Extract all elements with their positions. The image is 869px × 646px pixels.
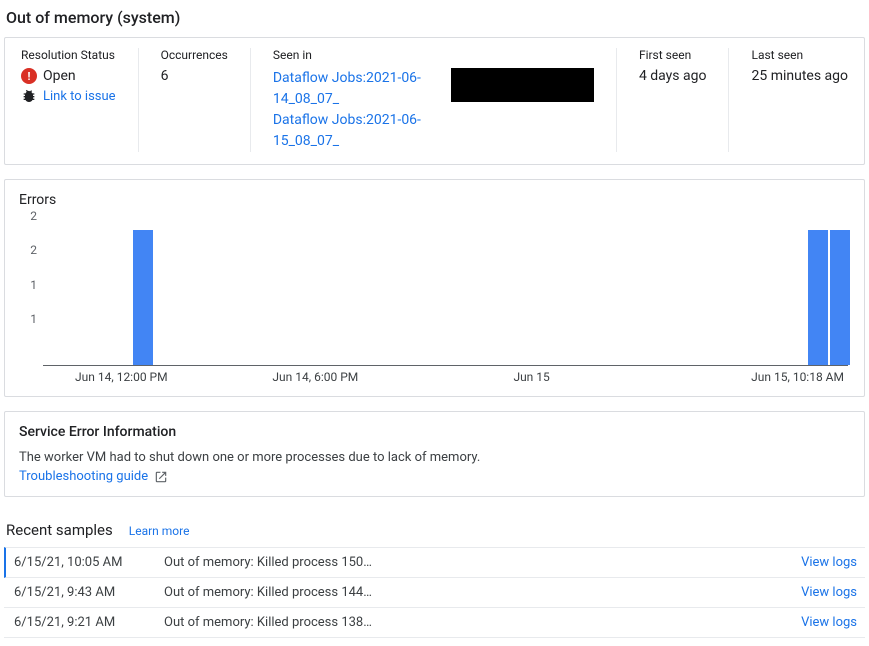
- last-seen-label: Last seen: [751, 48, 848, 62]
- service-error-title: Service Error Information: [19, 424, 850, 440]
- seen-in-links: Dataflow Jobs:2021-06-14_08_07_ Dataflow…: [273, 68, 445, 152]
- sample-time: 6/15/21, 9:43 AM: [14, 585, 164, 600]
- summary-card: Resolution Status ! Open Link to issue O…: [4, 37, 865, 165]
- chart-bar[interactable]: [808, 230, 828, 365]
- redacted-block: [451, 68, 594, 102]
- chart-area[interactable]: 2 2 1 1: [43, 216, 848, 366]
- seen-in-link[interactable]: Dataflow Jobs:2021-06-14_08_07_: [273, 68, 445, 110]
- x-tick: Jun 14, 12:00 PM: [75, 370, 168, 384]
- seen-in-label: Seen in: [273, 48, 594, 62]
- y-tick: 1: [30, 278, 37, 292]
- chart-plot: [43, 216, 848, 366]
- seen-in-link[interactable]: Dataflow Jobs:2021-06-15_08_07_: [273, 110, 445, 152]
- troubleshooting-guide-link[interactable]: Troubleshooting guide: [19, 469, 168, 484]
- sample-time: 6/15/21, 10:05 AM: [14, 555, 164, 570]
- x-tick: Jun 15: [513, 370, 549, 384]
- resolution-status-col: Resolution Status ! Open Link to issue: [21, 48, 139, 152]
- status-row: ! Open: [21, 68, 116, 84]
- last-seen-value: 25 minutes ago: [751, 68, 848, 84]
- learn-more-link[interactable]: Learn more: [129, 524, 190, 538]
- y-tick: 1: [30, 312, 37, 326]
- sample-message: Out of memory: Killed process 138…: [164, 615, 801, 630]
- first-seen-col: First seen 4 days ago: [639, 48, 730, 152]
- bug-icon: [21, 88, 37, 104]
- y-tick: 2: [30, 243, 37, 257]
- external-link-icon: [154, 470, 168, 484]
- last-seen-col: Last seen 25 minutes ago: [751, 48, 848, 152]
- y-tick: 2: [30, 209, 37, 223]
- page-title: Out of memory (system): [6, 8, 865, 27]
- errors-chart-card: Errors 2 2 1 1 Jun 14, 12:00 PM Jun 14, …: [4, 179, 865, 397]
- service-error-card: Service Error Information The worker VM …: [4, 411, 865, 497]
- seen-in-col: Seen in Dataflow Jobs:2021-06-14_08_07_ …: [273, 48, 617, 152]
- occurrences-label: Occurrences: [161, 48, 228, 62]
- samples-title: Recent samples: [6, 521, 113, 539]
- sample-row[interactable]: 6/15/21, 10:05 AMOut of memory: Killed p…: [4, 547, 865, 578]
- error-icon: !: [21, 68, 37, 84]
- view-logs-link[interactable]: View logs: [801, 585, 857, 600]
- resolution-status-label: Resolution Status: [21, 48, 116, 62]
- y-axis-ticks: 2 2 1 1: [19, 216, 41, 366]
- link-to-issue-link[interactable]: Link to issue: [43, 89, 116, 104]
- sample-time: 6/15/21, 9:21 AM: [14, 615, 164, 630]
- sample-row[interactable]: 6/15/21, 9:21 AMOut of memory: Killed pr…: [4, 608, 865, 638]
- sample-message: Out of memory: Killed process 144…: [164, 585, 801, 600]
- x-axis-ticks: Jun 14, 12:00 PM Jun 14, 6:00 PM Jun 15 …: [43, 366, 844, 390]
- service-error-text: The worker VM had to shut down one or mo…: [19, 450, 850, 465]
- status-text: Open: [43, 68, 76, 84]
- first-seen-label: First seen: [639, 48, 707, 62]
- view-logs-link[interactable]: View logs: [801, 615, 857, 630]
- sample-row[interactable]: 6/15/21, 9:43 AMOut of memory: Killed pr…: [4, 578, 865, 608]
- samples-table: 6/15/21, 10:05 AMOut of memory: Killed p…: [4, 547, 865, 638]
- x-tick: Jun 15, 10:18 AM: [751, 370, 844, 384]
- link-to-issue-row[interactable]: Link to issue: [21, 88, 116, 104]
- x-tick: Jun 14, 6:00 PM: [272, 370, 358, 384]
- chart-bar[interactable]: [830, 230, 850, 365]
- occurrences-value: 6: [161, 68, 228, 84]
- sample-message: Out of memory: Killed process 150…: [164, 555, 801, 570]
- troubleshooting-guide-label: Troubleshooting guide: [19, 469, 148, 484]
- chart-title: Errors: [19, 192, 850, 208]
- first-seen-value: 4 days ago: [639, 68, 707, 84]
- samples-header: Recent samples Learn more: [6, 521, 865, 539]
- chart-bar[interactable]: [133, 230, 153, 365]
- occurrences-col: Occurrences 6: [161, 48, 251, 152]
- view-logs-link[interactable]: View logs: [801, 555, 857, 570]
